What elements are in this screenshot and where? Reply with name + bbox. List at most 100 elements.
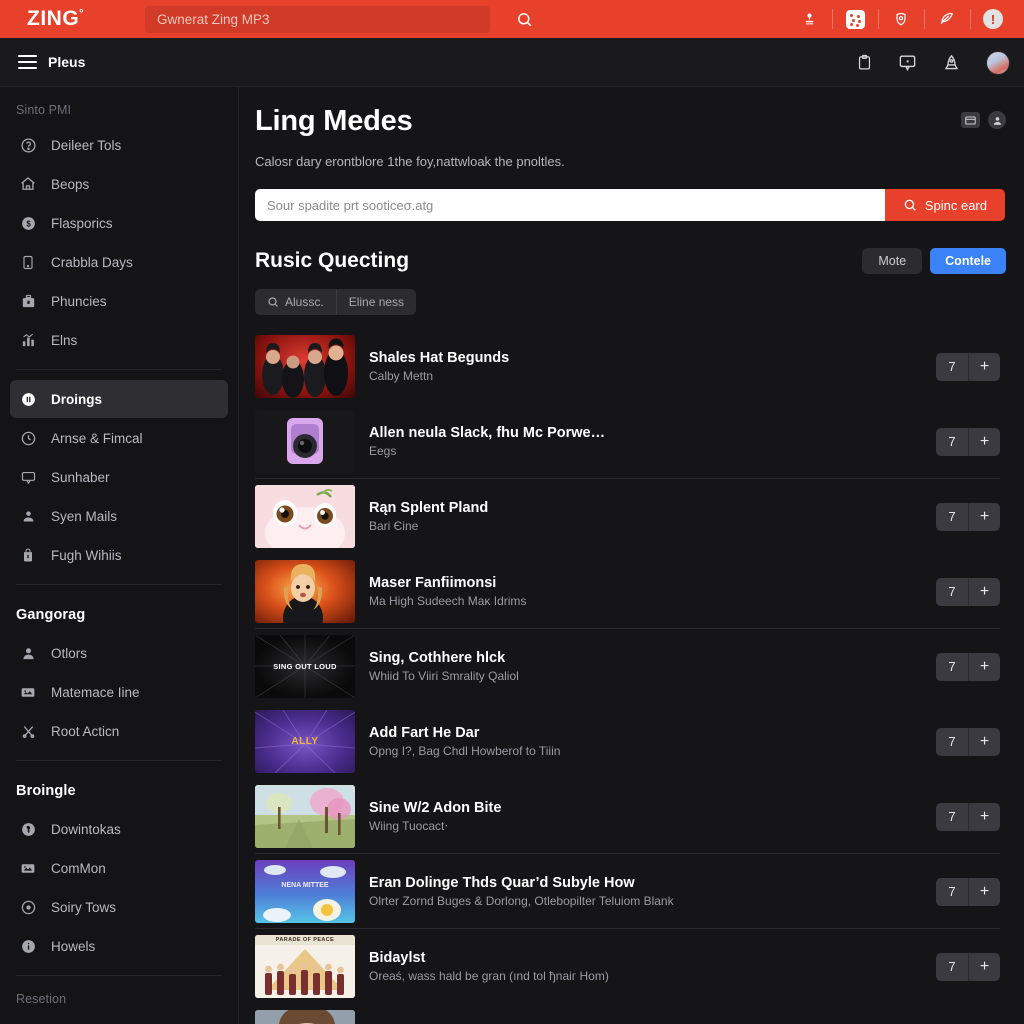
nav-menu-group[interactable]: Pleus <box>0 54 85 70</box>
sidebar-item-howels[interactable]: Howels <box>10 927 228 965</box>
sidebar-item-otlors[interactable]: Otlors <box>10 634 228 672</box>
user-circle-icon[interactable] <box>988 111 1006 129</box>
main-search-input[interactable] <box>255 189 885 221</box>
sidebar-item-syen-mails[interactable]: Syen Mails <box>10 497 228 535</box>
sidebar-item-label: Elns <box>51 332 78 348</box>
quantity-stepper[interactable]: 7 + <box>936 577 1000 606</box>
list-item-subtitle: Olrter Zornd Βuges & Dorlong, Otlebopilt… <box>369 894 674 908</box>
sidebar-item-proforsies[interactable]: Proforsies <box>10 1015 228 1024</box>
list-item[interactable]: Rąn Splent Pland Βari Єine 7 + <box>255 479 1006 554</box>
sidebar-item-beops[interactable]: Beops <box>10 165 228 203</box>
thumbnail-caption: NENA MITTEE <box>281 882 329 889</box>
thumbnail-caption: PARADE OF PEACE <box>275 937 335 943</box>
quantity-value: 7 <box>948 509 956 524</box>
sidebar-item-matemace-iine[interactable]: Matemace Іine <box>10 673 228 711</box>
sidebar-item-soiry-tows[interactable]: Soiry Tows <box>10 888 228 926</box>
filter-chip-secondary[interactable]: Eline ness <box>335 289 416 315</box>
sidebar-item-dowintokas[interactable]: Dowintokas <box>10 810 228 848</box>
list-item[interactable]: Sine W/2 Adon Bite Wiing Tuocact‧ 7 + <box>255 779 1006 854</box>
rocket-icon[interactable] <box>942 53 961 73</box>
sidebar-item-root-acticn[interactable]: Root Acticn <box>10 712 228 750</box>
global-search-box[interactable] <box>145 5 490 33</box>
quantity-stepper[interactable]: 7 + <box>936 727 1000 756</box>
sidebar-item-label: ComMon <box>51 860 106 876</box>
add-button[interactable]: + <box>968 577 1000 606</box>
sidebar: Sinto PMI Deileer Tols Beops $ Flasporic… <box>0 87 239 1024</box>
sidebar-item-fugh-wihis[interactable]: Fugh Wihiіs <box>10 536 228 574</box>
person-icon <box>18 643 38 663</box>
bar-chart-icon <box>18 330 38 350</box>
quantity-stepper[interactable]: 7 + <box>936 502 1000 531</box>
quantity-stepper[interactable]: 7 + <box>936 877 1000 906</box>
monitor-icon <box>18 467 38 487</box>
download-icon[interactable] <box>786 0 832 38</box>
search-icon <box>268 297 278 307</box>
global-search-icon[interactable] <box>516 11 533 28</box>
add-button[interactable]: + <box>968 802 1000 831</box>
filter-chip-search[interactable]: Alussc. <box>255 289 336 315</box>
list-item-title: Rąn Splent Pland <box>369 500 489 516</box>
apps-grid-icon[interactable] <box>832 0 878 38</box>
list-item[interactable]: ALLY Add Fart He Dar Opng І?, Βag Chdl H… <box>255 704 1006 779</box>
global-search-input[interactable] <box>157 11 478 27</box>
brand-logo[interactable]: ZING° <box>0 7 140 31</box>
sidebar-item-deileer-tols[interactable]: Deileer Tols <box>10 126 228 164</box>
list-item-title: Sing, Cothhere hlck <box>369 650 506 666</box>
window-icon[interactable] <box>961 112 980 128</box>
sidebar-item-flasporics[interactable]: $ Flasporics <box>10 204 228 242</box>
sidebar-item-sunhaber[interactable]: Sunhaber <box>10 458 228 496</box>
more-button[interactable]: Mote <box>862 248 923 274</box>
sidebar-divider-1 <box>16 369 222 370</box>
tablet-icon <box>18 252 38 272</box>
message-icon[interactable] <box>898 53 917 72</box>
feather-icon[interactable] <box>924 0 970 38</box>
list-item[interactable]: SING OUT LOUD Sing, Cothhere hlck Whiid … <box>255 629 1006 704</box>
list-item[interactable]: Maser Fanfiimonsі Ma High Sudeech Maκ Іd… <box>255 554 1006 629</box>
pause-circle-icon <box>18 389 38 409</box>
briefcase-icon <box>18 291 38 311</box>
list-item[interactable]: NENA MITTEE Eran Dolinge Thds Quar’d Sub… <box>255 854 1006 929</box>
add-button[interactable]: + <box>968 652 1000 681</box>
sidebar-item-label: Beops <box>51 176 90 192</box>
add-button[interactable]: + <box>968 952 1000 981</box>
main-search-button-label: Spinc eard <box>924 197 987 213</box>
sidebar-item-label: Matemace Іine <box>51 684 140 700</box>
avatar[interactable] <box>986 50 1010 75</box>
main-search-button[interactable]: Spinc eard <box>884 189 1005 221</box>
add-button[interactable]: + <box>968 502 1000 531</box>
sidebar-item-commgn[interactable]: ComMon <box>10 849 228 887</box>
clipboard-icon[interactable] <box>856 53 873 72</box>
list-item-title: Eran Dolinge Thds Quar’d Subyle How <box>369 875 635 891</box>
confirm-button[interactable]: Contele <box>930 248 1006 274</box>
shield-icon[interactable] <box>878 0 924 38</box>
quantity-stepper[interactable]: 7 + <box>936 352 1000 381</box>
list-item-thumbnail <box>255 485 355 548</box>
list-item-subtitle: Ma High Sudeech Maκ Іdrims <box>369 594 527 608</box>
alert-icon[interactable]: ! <box>970 0 1016 38</box>
sidebar-item-label: Arnse & Fimcal <box>51 430 143 446</box>
sidebar-item-elns[interactable]: Elns <box>10 321 228 359</box>
bag-icon <box>18 545 38 565</box>
sidebar-item-droings[interactable]: Droings <box>10 380 228 418</box>
quantity-stepper[interactable]: 7 + <box>936 802 1000 831</box>
add-button[interactable]: + <box>968 427 1000 456</box>
list-item[interactable]: Shales Hat Begunds Calby Mettn 7 + <box>255 329 1006 404</box>
quantity-stepper[interactable]: 7 + <box>936 952 1000 981</box>
list-item[interactable]: Allen neula Slack, fhu Mc Porwe… Eegѕ 7 … <box>255 404 1006 479</box>
add-button[interactable]: + <box>968 727 1000 756</box>
svg-text:$: $ <box>26 219 31 228</box>
brand-logo-text: ZING <box>27 7 80 30</box>
list-item[interactable]: Macbress back 7 + <box>255 1004 1006 1024</box>
quantity-value: 7 <box>948 434 956 449</box>
sidebar-item-crabbla-days[interactable]: Crabbla Days <box>10 243 228 281</box>
sidebar-item-phuncies[interactable]: Phuncies <box>10 282 228 320</box>
add-button[interactable]: + <box>968 352 1000 381</box>
sidebar-item-label: Syen Mails <box>51 508 118 524</box>
add-button[interactable]: + <box>968 877 1000 906</box>
hamburger-menu-icon[interactable] <box>18 55 37 69</box>
quantity-stepper[interactable]: 7 + <box>936 427 1000 456</box>
sidebar-item-arnse-fimcal[interactable]: Arnse & Fimcal <box>10 419 228 457</box>
list-item[interactable]: PARADE OF PEACE Bidaylst Oreaś, wass hal… <box>255 929 1006 1004</box>
sidebar-item-label: Flasporics <box>51 215 113 231</box>
quantity-stepper[interactable]: 7 + <box>936 652 1000 681</box>
